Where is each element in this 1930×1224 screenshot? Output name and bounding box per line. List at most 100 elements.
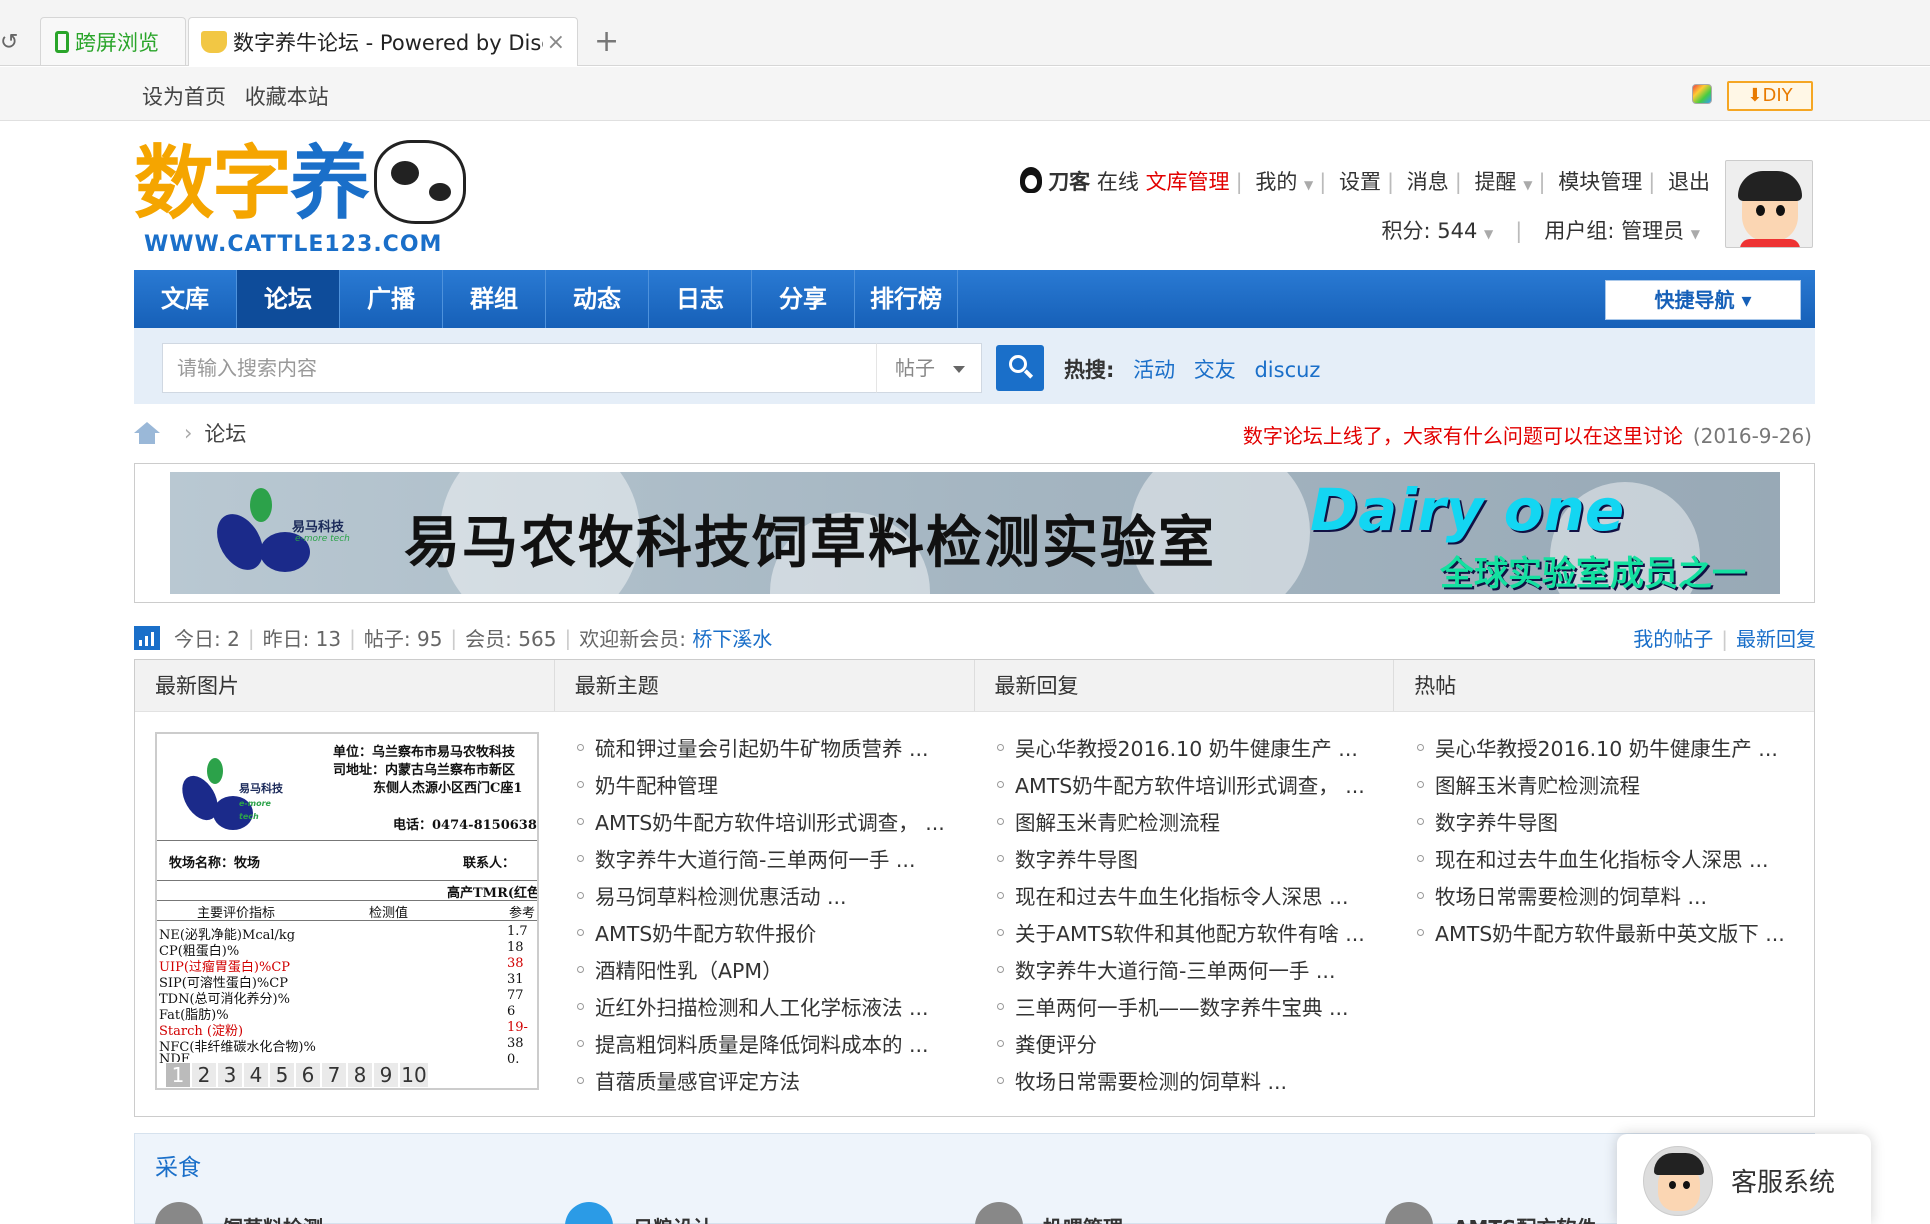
banner-title: 易马农牧科技饲草料检测实验室: [404, 511, 1216, 576]
nav-item-blog[interactable]: 日志: [649, 270, 752, 328]
hot-post-link[interactable]: AMTS奶牛配方软件最新中英文版下 ...: [1395, 917, 1815, 954]
hot-keyword[interactable]: 活动: [1133, 358, 1175, 382]
topic-link[interactable]: 奶牛配种管理: [555, 769, 975, 806]
reply-link[interactable]: AMTS奶牛配方软件培训形式调查， ...: [975, 769, 1395, 806]
stat-posts: 帖子: 95: [363, 627, 443, 651]
nav-item-broadcast[interactable]: 广播: [340, 270, 443, 328]
my-menu[interactable]: 我的: [1255, 170, 1297, 194]
topic-link[interactable]: 易马饲草料检测优惠活动 ...: [555, 880, 975, 917]
board-name[interactable]: 日粮设计: [633, 1212, 713, 1224]
topic-link[interactable]: AMTS奶牛配方软件培训形式调查， ...: [555, 806, 975, 843]
username[interactable]: 刀客: [1048, 170, 1090, 194]
topic-link[interactable]: 近红外扫描检测和人工化学标液法 ...: [555, 991, 975, 1028]
breadcrumb-current[interactable]: 论坛: [204, 418, 246, 448]
search-type-select[interactable]: 帖子: [876, 343, 982, 393]
nav-item-forum[interactable]: 论坛: [237, 270, 340, 328]
hot-post-link[interactable]: 牧场日常需要检测的饲草料 ...: [1395, 880, 1815, 917]
slide-row-ref: 1.7: [507, 924, 528, 939]
pager-item[interactable]: 9: [373, 1062, 399, 1088]
pager-item[interactable]: 7: [321, 1062, 347, 1088]
hot-keyword[interactable]: discuz: [1254, 358, 1320, 382]
stats-chart-icon[interactable]: [134, 625, 160, 650]
topic-link[interactable]: 硫和钾过量会引起奶牛矿物质营养 ...: [555, 732, 975, 769]
home-icon[interactable]: [134, 422, 160, 444]
logout-link[interactable]: 退出: [1668, 170, 1710, 194]
board-name[interactable]: 饲草料检测: [223, 1212, 323, 1224]
announcement-message[interactable]: 数字论坛上线了，大家有什么问题可以在这里讨论: [1243, 424, 1683, 448]
hot-post-link[interactable]: 现在和过去牛血生化指标令人深思 ...: [1395, 843, 1815, 880]
banner-brand: 易马科技: [292, 520, 345, 535]
nav-item-groups[interactable]: 群组: [443, 270, 546, 328]
diy-button[interactable]: ⬇DIY: [1727, 81, 1813, 111]
nav-item-share[interactable]: 分享: [752, 270, 855, 328]
forum-stats: 今日: 2 | 昨日: 13 | 帖子: 95 | 会员: 565 | 欢迎新会员: 桥…: [134, 623, 772, 652]
online-status[interactable]: 在线: [1097, 170, 1139, 194]
reply-link[interactable]: 数字养牛大道行简-三单两何一手 ...: [975, 954, 1395, 991]
nav-item-feed[interactable]: 动态: [546, 270, 649, 328]
reply-link[interactable]: 现在和过去牛血生化指标令人深思 ...: [975, 880, 1395, 917]
topic-link[interactable]: 苜蓿质量感官评定方法: [555, 1065, 975, 1102]
hot-post-link[interactable]: 图解玉米青贮检测流程: [1395, 769, 1815, 806]
tab-forum[interactable]: 数字养牛论坛 - Powered by Discuz! ×: [188, 17, 578, 66]
new-member-link[interactable]: 桥下溪水: [692, 623, 772, 652]
pager-item[interactable]: 8: [347, 1062, 373, 1088]
site-logo[interactable]: 数字养 WWW.CATTLE123.COM: [134, 134, 474, 260]
search-bar: 请输入搜索内容 帖子 热搜: 活动 交友 discuz: [134, 328, 1815, 404]
reply-link[interactable]: 三单两何一手机——数字养牛宝典 ...: [975, 991, 1395, 1028]
pager-item[interactable]: 4: [243, 1062, 269, 1088]
set-homepage-link[interactable]: 设为首页: [142, 85, 226, 109]
topic-link[interactable]: AMTS奶牛配方软件报价: [555, 917, 975, 954]
slide-col-ref: 参考: [509, 906, 536, 921]
messages-link[interactable]: 消息: [1407, 170, 1449, 194]
phone-icon: [55, 30, 69, 53]
tab-cross-screen[interactable]: 跨屏浏览: [40, 17, 186, 65]
reply-link[interactable]: 关于AMTS软件和其他配方软件有啥 ...: [975, 917, 1395, 954]
reply-link[interactable]: 吴心华教授2016.10 奶牛健康生产 ...: [975, 732, 1395, 769]
top-toolbar: 设为首页 收藏本站 ⬇DIY: [0, 67, 1930, 121]
topic-link[interactable]: 酒精阳性乳（APM）: [555, 954, 975, 991]
hot-post-link[interactable]: 数字养牛导图: [1395, 806, 1815, 843]
reply-link[interactable]: 粪便评分: [975, 1028, 1395, 1065]
reply-link[interactable]: 数字养牛导图: [975, 843, 1395, 880]
ad-banner[interactable]: 易马科技 e-more tech 易马农牧科技饲草料检测实验室 Dairy on…: [170, 472, 1780, 594]
pager-item[interactable]: 5: [269, 1062, 295, 1088]
topic-link[interactable]: 数字养牛大道行简-三单两何一手 ...: [555, 843, 975, 880]
pager-item[interactable]: 6: [295, 1062, 321, 1088]
settings-link[interactable]: 设置: [1339, 170, 1381, 194]
points[interactable]: 积分: 544: [1381, 219, 1477, 243]
close-icon[interactable]: ×: [547, 30, 565, 55]
search-button[interactable]: [996, 345, 1044, 391]
pager-item[interactable]: 2: [191, 1062, 217, 1088]
refresh-icon[interactable]: ↺: [0, 30, 24, 55]
forum-board[interactable]: 日粮设计: [565, 1202, 975, 1224]
pager-item[interactable]: 1: [165, 1062, 191, 1088]
new-tab-button[interactable]: +: [594, 24, 619, 59]
reply-link[interactable]: 牧场日常需要检测的饲草料 ...: [975, 1065, 1395, 1102]
board-name[interactable]: AMTS配方软件: [1453, 1212, 1596, 1224]
reply-link[interactable]: 图解玉米青贮检测流程: [975, 806, 1395, 843]
section-title[interactable]: 采食: [155, 1148, 201, 1182]
module-admin-link[interactable]: 模块管理: [1558, 170, 1642, 194]
image-slideshow[interactable]: 易马科技 e-more tech 单位：乌兰察布市易马农牧科技 司地址：内蒙古乌兰…: [155, 732, 539, 1090]
pager-item[interactable]: 10: [399, 1062, 429, 1088]
forum-board[interactable]: 饲草料检测: [155, 1202, 565, 1224]
board-name[interactable]: 投喂管理: [1043, 1212, 1123, 1224]
forum-board[interactable]: 投喂管理: [975, 1202, 1385, 1224]
library-admin-link[interactable]: 文库管理: [1146, 170, 1230, 194]
pager-item[interactable]: 3: [217, 1062, 243, 1088]
nav-item-ranking[interactable]: 排行榜: [855, 270, 958, 328]
quick-nav-button[interactable]: 快捷导航 ▾: [1605, 280, 1801, 320]
user-group[interactable]: 用户组: 管理员: [1544, 219, 1684, 243]
search-input[interactable]: 请输入搜索内容: [162, 343, 882, 393]
reminders-menu[interactable]: 提醒: [1475, 170, 1517, 194]
topic-link[interactable]: 提高粗饲料质量是降低饲料成本的 ...: [555, 1028, 975, 1065]
hot-post-link[interactable]: 吴心华教授2016.10 奶牛健康生产 ...: [1395, 732, 1815, 769]
hot-keyword[interactable]: 交友: [1194, 358, 1236, 382]
avatar[interactable]: [1725, 160, 1813, 248]
latest-reply-link[interactable]: 最新回复: [1736, 627, 1816, 651]
color-theme-icon[interactable]: [1692, 84, 1712, 104]
bookmark-site-link[interactable]: 收藏本站: [245, 85, 329, 109]
customer-service-widget[interactable]: 客服系统: [1617, 1134, 1871, 1224]
my-posts-link[interactable]: 我的帖子: [1633, 627, 1713, 651]
nav-item-library[interactable]: 文库: [134, 270, 237, 328]
